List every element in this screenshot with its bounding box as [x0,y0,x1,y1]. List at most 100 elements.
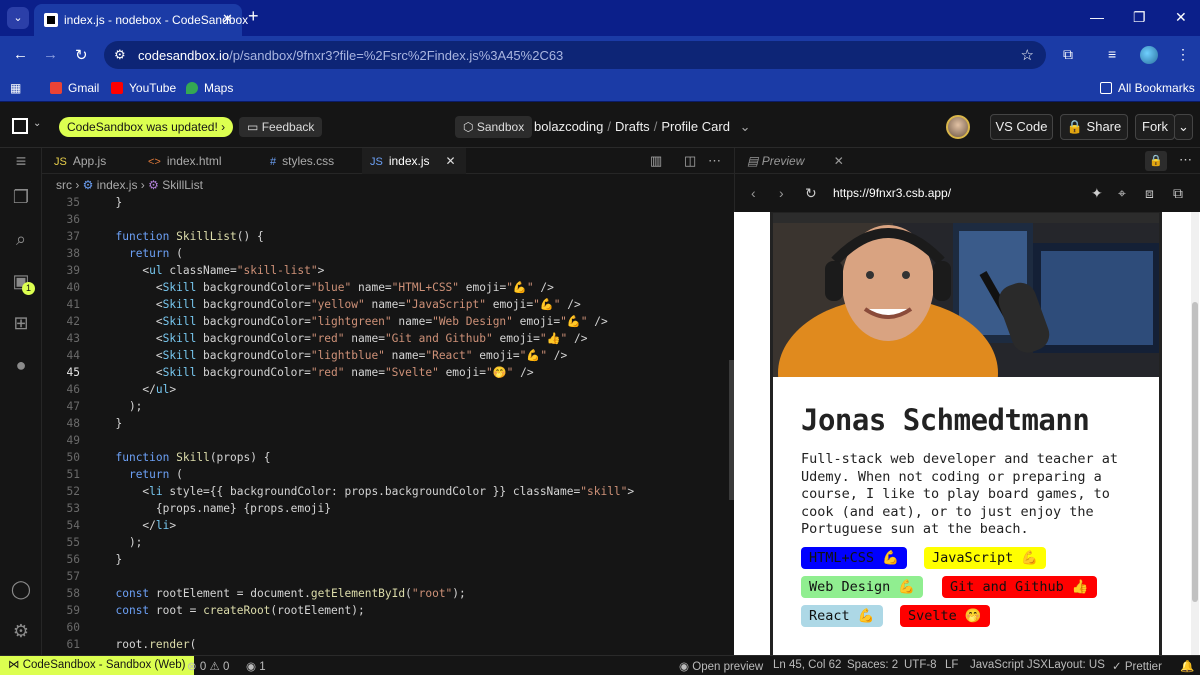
preview-reload-icon[interactable]: ↻ [805,185,817,202]
preview-url[interactable]: https://9fnxr3.csb.app/ [833,186,951,200]
tab-index-html[interactable]: <> index.html [148,148,258,174]
code-line[interactable]: 38 return ( [42,245,734,262]
code-line[interactable]: 48 } [42,415,734,432]
toggle-panel-icon[interactable]: ▥ [650,153,662,169]
split-editor-icon[interactable]: ◫ [684,153,696,169]
close-window-icon[interactable]: ✕ [1175,9,1187,26]
user-avatar[interactable] [946,115,970,139]
code-line[interactable]: 41 <Skill backgroundColor="yellow" name=… [42,296,734,313]
open-new-window-icon[interactable]: ⧉ [1173,185,1183,202]
tab-search-chevron-icon[interactable]: ⌄ [7,7,29,29]
browser-tab[interactable]: index.js - nodebox - CodeSandbox ✕ [34,4,248,36]
minimize-icon[interactable]: — [1090,9,1104,25]
code-line[interactable]: 44 <Skill backgroundColor="lightblue" na… [42,347,734,364]
close-tab-icon[interactable]: ✕ [446,154,456,168]
bookmark-maps[interactable]: Maps [186,81,233,95]
reload-icon[interactable]: ↻ [75,46,88,64]
tab-index-js[interactable]: JS index.js ✕ [362,148,466,174]
cursor-position[interactable]: Ln 45, Col 62 [773,659,841,671]
account-icon[interactable]: ◯ [10,578,32,600]
crumb-folder[interactable]: Drafts [615,119,650,134]
sparkle-icon[interactable]: ✦ [1091,185,1103,202]
remote-indicator[interactable]: ⋈ CodeSandbox - Sandbox (Web) [0,656,194,675]
code-line[interactable]: 43 <Skill backgroundColor="red" name="Gi… [42,330,734,347]
preview-tab[interactable]: ▤ Preview ✕ [747,154,844,168]
code-line[interactable]: 53 {props.name} {props.emoji} [42,500,734,517]
code-line[interactable]: 50 function Skill(props) { [42,449,734,466]
more-actions-icon[interactable]: ⋯ [1179,152,1192,168]
ports-indicator[interactable]: ◉ 1 [246,659,266,673]
indentation[interactable]: Spaces: 2 [847,659,898,671]
extensions-icon[interactable]: ⊞ [10,312,32,334]
chevron-down-icon[interactable]: ⌄ [740,119,751,134]
code-line[interactable]: 46 </ul> [42,381,734,398]
explorer-files-icon[interactable]: ❐ [10,186,32,208]
code-line[interactable]: 35 } [42,194,734,211]
code-line[interactable]: 54 </li> [42,517,734,534]
crumb-project[interactable]: Profile Card [661,119,730,134]
preview-forward-icon[interactable]: › [779,185,784,201]
devtools-icon[interactable]: ⧈ [1145,185,1154,202]
editor-breadcrumb[interactable]: src › ⚙ index.js › ⚙ SkillList [56,178,203,192]
code-editor[interactable]: 35 } 36 37 function SkillList() {38 return… [42,194,734,655]
site-info-icon[interactable]: ⚙ [114,47,126,63]
code-line[interactable]: 37 function SkillList() { [42,228,734,245]
code-line[interactable]: 36 [42,211,734,228]
feedback-button[interactable]: ▭ Feedback [239,117,323,137]
media-controls-icon[interactable]: ≡ [1108,46,1116,62]
code-line[interactable]: 45 <Skill backgroundColor="red" name="Sv… [42,364,734,381]
address-bar[interactable]: ⚙ codesandbox.io/p/sandbox/9fnxr3?file=%… [104,41,1046,69]
vscode-button[interactable]: VS Code [990,114,1053,140]
preview-scrollbar-thumb[interactable] [1192,302,1198,602]
search-icon[interactable]: ⌕ [10,228,32,250]
tab-app-js[interactable]: JS App.js [54,148,154,174]
more-actions-icon[interactable]: ⋯ [708,153,721,169]
github-icon[interactable]: ● [10,354,32,376]
crumb-workspace[interactable]: bolazcoding [534,119,603,134]
preview-scrollbar[interactable] [1191,212,1199,655]
open-preview-button[interactable]: ◉ Open preview [679,659,763,673]
problems-indicator[interactable]: ⊗ 0 ⚠ 0 [187,659,229,673]
code-line[interactable]: 40 <Skill backgroundColor="blue" name="H… [42,279,734,296]
code-line[interactable]: 39 <ul className="skill-list"> [42,262,734,279]
codesandbox-logo-icon[interactable] [12,118,28,134]
bookmark-gmail[interactable]: Gmail [50,81,99,95]
back-arrow-icon[interactable]: ← [13,46,28,63]
code-line[interactable]: 57 [42,568,734,585]
language-mode[interactable]: JavaScript JSX [970,659,1048,671]
close-tab-icon[interactable]: ✕ [222,11,233,27]
code-line[interactable]: 51 return ( [42,466,734,483]
line-ending[interactable]: LF [945,659,958,671]
code-line[interactable]: 60 [42,619,734,636]
code-line[interactable]: 58 const rootElement = document.getEleme… [42,585,734,602]
fork-options-chevron-icon[interactable]: ⌄ [1174,114,1193,140]
sandbox-type-badge[interactable]: ⬡ Sandbox [455,116,533,138]
keyboard-layout[interactable]: Layout: US [1048,659,1105,671]
maximize-icon[interactable]: ❐ [1133,9,1146,26]
preview-back-icon[interactable]: ‹ [751,185,756,201]
project-breadcrumb[interactable]: bolazcoding / Drafts / Profile Card ⌄ [534,119,750,135]
code-line[interactable]: 47 ); [42,398,734,415]
bookmark-star-icon[interactable]: ☆ [1021,46,1034,64]
lock-preview-icon[interactable]: 🔒 [1145,151,1167,171]
code-line[interactable]: 49 [42,432,734,449]
settings-gear-icon[interactable]: ⚙ [10,620,32,642]
code-line[interactable]: 42 <Skill backgroundColor="lightgreen" n… [42,313,734,330]
inspect-crosshair-icon[interactable]: ⌖ [1118,185,1126,202]
updated-notice-button[interactable]: CodeSandbox was updated! › [59,117,234,137]
code-line[interactable]: 56 } [42,551,734,568]
encoding[interactable]: UTF-8 [904,659,937,671]
extensions-puzzle-icon[interactable]: ⧉ [1063,46,1073,63]
prettier-status[interactable]: ✓ Prettier [1112,659,1162,673]
browser-menu-icon[interactable]: ⋮ [1176,46,1190,63]
share-button[interactable]: 🔒 Share [1060,114,1128,140]
code-line[interactable]: 61 root.render( [42,636,734,653]
code-line[interactable]: 55 ); [42,534,734,551]
fork-button[interactable]: Fork [1135,114,1175,140]
new-tab-plus-icon[interactable]: + [248,6,259,27]
all-bookmarks[interactable]: All Bookmarks [1100,81,1195,95]
menu-hamburger-icon[interactable]: ≡ [10,150,32,172]
code-line[interactable]: 59 const root = createRoot(rootElement); [42,602,734,619]
browser-profile-avatar[interactable] [1140,46,1158,64]
notifications-bell-icon[interactable]: 🔔 [1180,659,1194,673]
